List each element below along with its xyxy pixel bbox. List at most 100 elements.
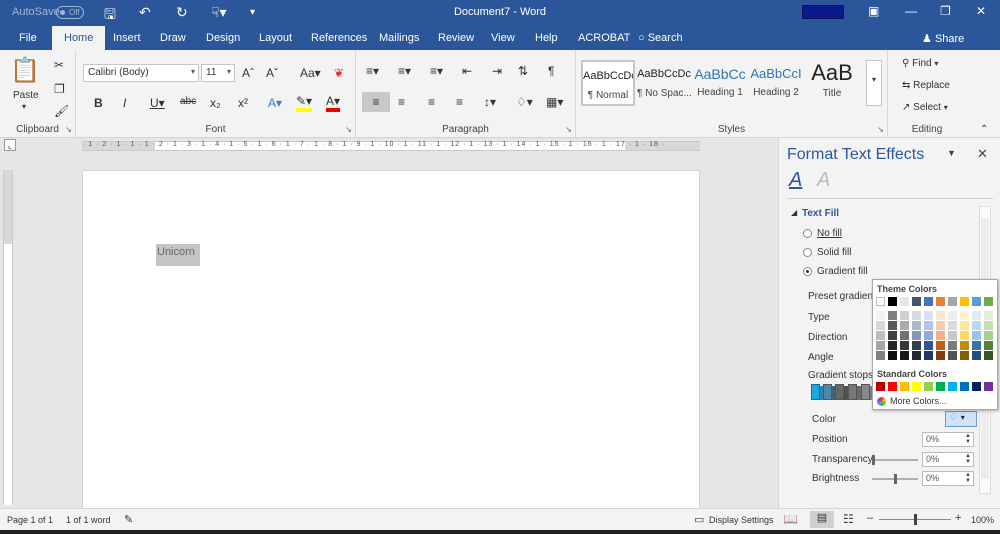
clipboard-launcher-icon[interactable]: ↘: [65, 125, 72, 134]
theme-shade-swatch[interactable]: [888, 351, 897, 360]
no-fill-label[interactable]: No fill: [817, 228, 842, 239]
select-button[interactable]: ↗ Select ▾: [902, 102, 948, 113]
zoom-slider[interactable]: [879, 514, 951, 525]
theme-color-swatch[interactable]: [948, 297, 957, 306]
underline-icon[interactable]: U▾: [150, 96, 165, 110]
theme-shade-swatch[interactable]: [936, 321, 945, 330]
change-case-icon[interactable]: Aa▾: [300, 66, 321, 80]
theme-shade-swatch[interactable]: [876, 351, 885, 360]
theme-shade-swatch[interactable]: [924, 331, 933, 340]
standard-color-swatch[interactable]: [912, 382, 921, 391]
theme-shade-swatch[interactable]: [972, 341, 981, 350]
close-icon[interactable]: ✕: [976, 4, 986, 18]
theme-shade-swatch[interactable]: [984, 351, 993, 360]
bullets-icon[interactable]: ≡▾: [366, 64, 379, 78]
tab-mailings[interactable]: Mailings: [379, 32, 419, 44]
shrink-font-icon[interactable]: Aˇ: [266, 66, 278, 80]
borders-icon[interactable]: ▦▾: [546, 95, 563, 109]
more-colors-button[interactable]: More Colors...: [875, 396, 995, 409]
style-title[interactable]: AaB Title: [805, 60, 859, 106]
theme-shade-swatch[interactable]: [912, 321, 921, 330]
theme-shade-swatch[interactable]: [948, 321, 957, 330]
copy-icon[interactable]: ❐: [54, 82, 65, 96]
standard-color-swatch[interactable]: [876, 382, 885, 391]
standard-color-swatch[interactable]: [924, 382, 933, 391]
collapse-ribbon-icon[interactable]: ⌃: [980, 124, 988, 135]
print-layout-icon[interactable]: ▤: [810, 511, 834, 528]
theme-shade-swatch[interactable]: [936, 341, 945, 350]
theme-shade-swatch[interactable]: [888, 311, 897, 320]
theme-shade-swatch[interactable]: [876, 341, 885, 350]
tab-layout[interactable]: Layout: [259, 32, 292, 44]
zoom-level[interactable]: 100%: [971, 515, 994, 525]
standard-color-swatch[interactable]: [900, 382, 909, 391]
standard-color-swatch[interactable]: [960, 382, 969, 391]
theme-color-swatch[interactable]: [936, 297, 945, 306]
theme-shade-swatch[interactable]: [876, 321, 885, 330]
subscript-icon[interactable]: x₂: [210, 96, 221, 110]
highlight-icon[interactable]: ✎▾: [296, 94, 313, 112]
justify-icon[interactable]: ≡: [456, 95, 463, 109]
slider-thumb[interactable]: [894, 474, 897, 484]
styles-more-icon[interactable]: ▾: [866, 60, 882, 106]
theme-shade-swatch[interactable]: [924, 351, 933, 360]
gradient-stop[interactable]: [848, 384, 857, 400]
spinner-arrows-icon[interactable]: ▲ ▼: [965, 453, 971, 465]
increase-indent-icon[interactable]: ⇥: [492, 64, 502, 78]
theme-shade-swatch[interactable]: [924, 341, 933, 350]
theme-color-swatch[interactable]: [960, 297, 969, 306]
page-count[interactable]: Page 1 of 1: [7, 515, 53, 525]
theme-shade-swatch[interactable]: [924, 311, 933, 320]
paste-icon[interactable]: 📋: [10, 56, 40, 85]
solid-fill-radio[interactable]: [803, 248, 812, 257]
theme-shade-swatch[interactable]: [948, 311, 957, 320]
theme-shade-swatch[interactable]: [912, 351, 921, 360]
clear-formatting-icon[interactable]: ❦: [334, 66, 344, 80]
standard-color-swatch[interactable]: [936, 382, 945, 391]
font-size-combo[interactable]: 11 ▾: [201, 64, 235, 82]
slider-thumb[interactable]: [872, 455, 875, 465]
sort-icon[interactable]: ⇅: [518, 64, 528, 78]
theme-shade-swatch[interactable]: [960, 331, 969, 340]
grow-font-icon[interactable]: Aˆ: [242, 66, 254, 80]
multilevel-list-icon[interactable]: ≡▾: [430, 64, 443, 78]
theme-shade-swatch[interactable]: [960, 351, 969, 360]
tab-home[interactable]: Home: [52, 26, 106, 50]
transparency-slider[interactable]: [872, 455, 918, 465]
gradient-fill-label[interactable]: Gradient fill: [817, 266, 868, 277]
text-effects-icon[interactable]: A▾: [268, 96, 282, 110]
tab-draw[interactable]: Draw: [160, 32, 186, 44]
spinner-arrows-icon[interactable]: ▲ ▼: [965, 472, 971, 484]
theme-color-swatch[interactable]: [972, 297, 981, 306]
no-fill-radio[interactable]: [803, 229, 812, 238]
superscript-icon[interactable]: x²: [238, 96, 248, 110]
tab-help[interactable]: Help: [535, 32, 558, 44]
tell-me-search[interactable]: ○ Search: [638, 32, 683, 44]
style-normal[interactable]: AaBbCcDc ¶ Normal: [581, 60, 635, 106]
word-count[interactable]: 1 of 1 word: [66, 515, 111, 525]
display-settings-label[interactable]: Display Settings: [709, 515, 774, 525]
spinner-arrows-icon[interactable]: ▲ ▼: [965, 433, 971, 445]
paste-button[interactable]: Paste: [13, 90, 39, 101]
tab-review[interactable]: Review: [438, 32, 474, 44]
show-marks-icon[interactable]: ¶: [548, 64, 554, 78]
theme-shade-swatch[interactable]: [936, 351, 945, 360]
replace-button[interactable]: ⇆ Replace: [902, 80, 950, 91]
zoom-slider-thumb[interactable]: [914, 514, 917, 525]
theme-shade-swatch[interactable]: [972, 331, 981, 340]
theme-shade-swatch[interactable]: [912, 341, 921, 350]
brightness-slider[interactable]: [872, 474, 918, 484]
align-left-icon[interactable]: ≡: [362, 92, 390, 112]
theme-shade-swatch[interactable]: [972, 321, 981, 330]
proofing-icon[interactable]: ✎: [124, 513, 133, 526]
pane-options-icon[interactable]: ▼: [947, 148, 956, 158]
position-spinner[interactable]: 0% ▲ ▼: [922, 432, 974, 447]
display-settings-icon[interactable]: ▭: [694, 513, 704, 526]
theme-shade-swatch[interactable]: [972, 311, 981, 320]
theme-shade-swatch[interactable]: [984, 311, 993, 320]
gradient-stop[interactable]: [835, 384, 844, 400]
decrease-indent-icon[interactable]: ⇤: [462, 64, 472, 78]
minimize-icon[interactable]: —: [905, 4, 917, 18]
gradient-fill-radio[interactable]: [803, 267, 812, 276]
standard-color-swatch[interactable]: [984, 382, 993, 391]
